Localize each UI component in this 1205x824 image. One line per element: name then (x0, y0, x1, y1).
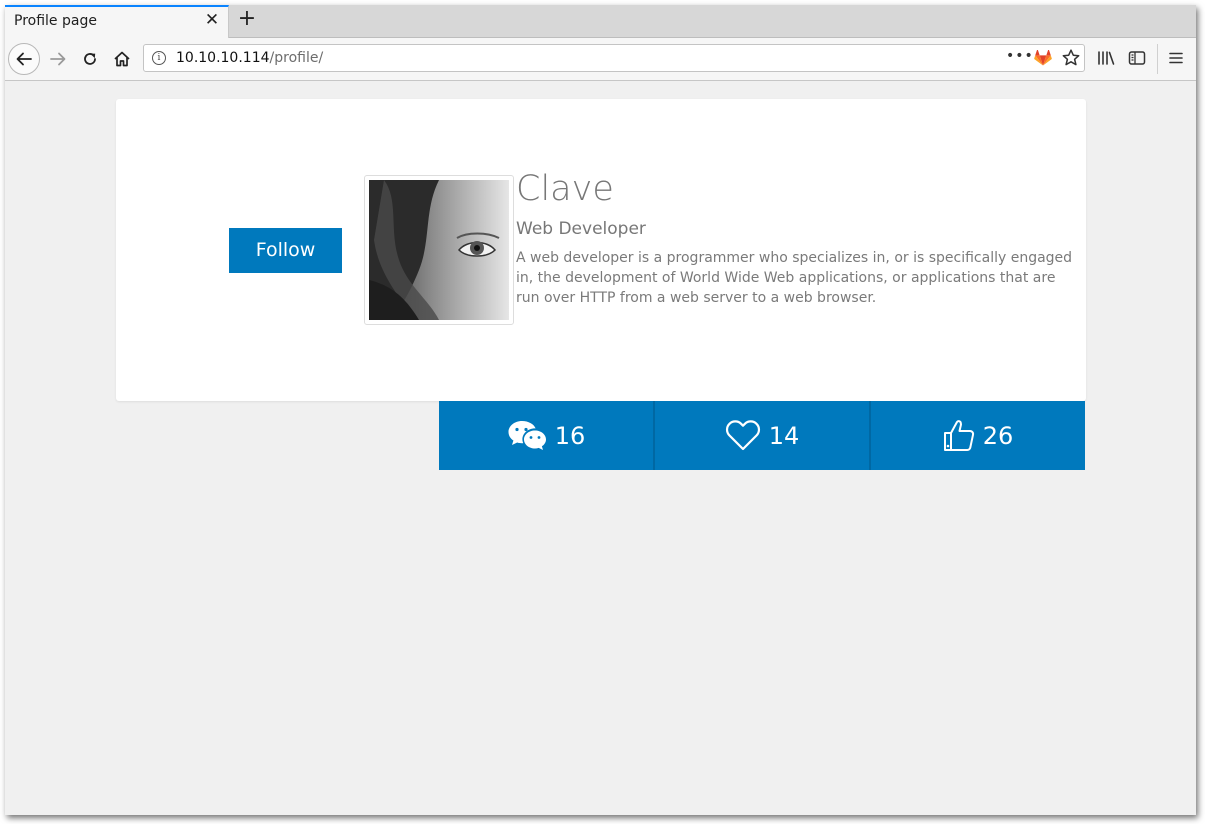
hamburger-menu-icon (1169, 52, 1183, 64)
profile-name: Clave (516, 169, 614, 209)
info-icon[interactable]: i (152, 51, 166, 65)
comments-count: 16 (554, 421, 586, 450)
arrow-right-icon (50, 52, 66, 66)
comments-stat[interactable]: 16 (439, 401, 653, 470)
home-button[interactable] (108, 45, 136, 73)
thumbs-up-count: 26 (982, 421, 1014, 450)
thumbs-up-icon (943, 419, 974, 451)
tab-profile[interactable]: Profile page ✕ (5, 5, 229, 38)
likes-stat[interactable]: 14 (653, 401, 869, 470)
url-text[interactable]: 10.10.10.114/profile/ (176, 50, 323, 66)
profile-card: Follow Clave Web Developer A web develop… (116, 99, 1086, 401)
back-button[interactable] (8, 43, 40, 75)
tab-title: Profile page (14, 13, 97, 29)
library-icon (1098, 51, 1115, 65)
navigation-bar: i 10.10.10.114/profile/ ••• (5, 38, 1196, 81)
bookmark-star-icon[interactable] (1061, 48, 1081, 68)
profile-bio: A web developer is a programmer who spec… (516, 250, 1073, 306)
library-button[interactable] (1093, 45, 1119, 71)
sidebar-icon (1128, 51, 1146, 65)
url-path: /profile/ (269, 50, 324, 66)
tab-close-icon[interactable]: ✕ (203, 11, 221, 29)
page-actions-icon[interactable]: ••• (1006, 48, 1034, 64)
arrow-left-icon (16, 52, 32, 66)
gitlab-fox-icon[interactable] (1034, 50, 1052, 66)
chat-bubbles-icon (508, 420, 546, 450)
menu-button[interactable] (1163, 45, 1189, 71)
sidebar-button[interactable] (1124, 45, 1150, 71)
reload-button[interactable] (76, 45, 104, 73)
avatar (364, 175, 514, 325)
url-host: 10.10.10.114 (176, 50, 270, 66)
likes-count: 14 (768, 421, 800, 450)
page-viewport: Follow Clave Web Developer A web develop… (5, 81, 1196, 815)
tab-strip: Profile page ✕ + (5, 5, 1196, 38)
toolbar-separator (1157, 44, 1158, 74)
forward-button[interactable] (44, 45, 72, 73)
home-icon (114, 51, 130, 67)
stats-bar: 16 14 26 (439, 401, 1085, 470)
profile-role: Web Developer (516, 219, 646, 239)
url-bar[interactable]: i 10.10.10.114/profile/ ••• (143, 44, 1085, 72)
thumbs-up-stat[interactable]: 26 (869, 401, 1085, 470)
browser-window: Profile page ✕ + i 10.10.10.114/profile/… (5, 5, 1196, 815)
profile-photo (369, 180, 509, 320)
reload-icon (84, 53, 96, 65)
follow-button[interactable]: Follow (229, 228, 342, 273)
new-tab-button[interactable]: + (235, 7, 259, 31)
heart-icon (725, 419, 760, 450)
